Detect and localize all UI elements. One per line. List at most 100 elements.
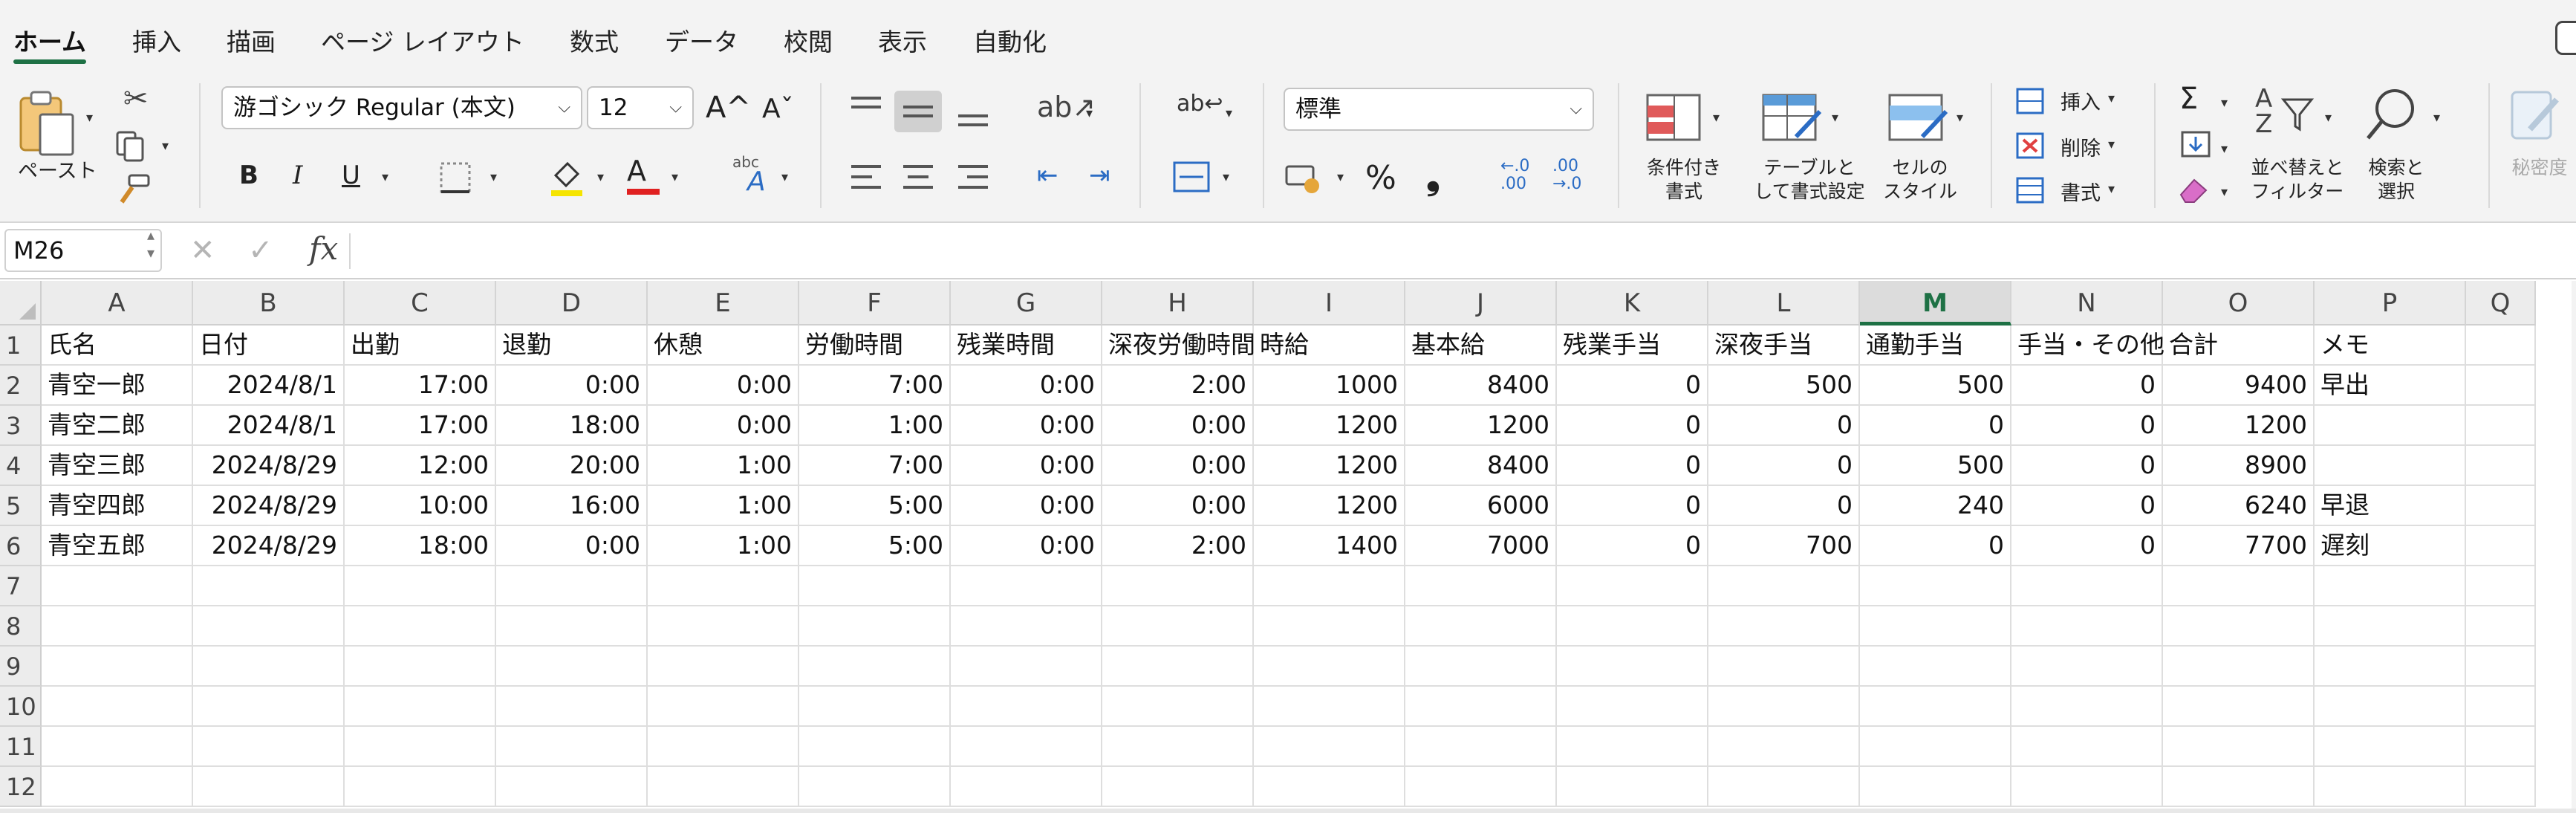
cell[interactable]	[193, 767, 345, 807]
cell[interactable]: 17:00	[345, 406, 496, 446]
cell[interactable]	[496, 727, 648, 767]
font-name-combo[interactable]: 游ゴシック Regular (本文) ⌵	[221, 86, 582, 129]
cell[interactable]	[2163, 687, 2315, 727]
cell[interactable]: 青空三郎	[42, 446, 193, 486]
cell[interactable]	[1860, 647, 2011, 687]
grow-font-button[interactable]: A^	[706, 91, 751, 125]
cell[interactable]: 7700	[2163, 526, 2315, 566]
column-header-k[interactable]: K	[1557, 281, 1708, 325]
font-color-chevron-down-icon[interactable]: ▾	[671, 169, 678, 185]
cell[interactable]	[496, 606, 648, 647]
cell[interactable]	[799, 647, 951, 687]
column-header-l[interactable]: L	[1708, 281, 1860, 325]
cell[interactable]: 8400	[1405, 446, 1557, 486]
wrap-text-icon[interactable]: ab↩	[1177, 91, 1223, 117]
header-cell[interactable]: 基本給	[1405, 325, 1557, 366]
cell[interactable]	[1708, 606, 1860, 647]
merge-center-icon[interactable]	[1172, 161, 1211, 193]
cell[interactable]: 1400	[1254, 526, 1405, 566]
cell[interactable]	[2466, 606, 2536, 647]
cell[interactable]: 0	[1708, 446, 1860, 486]
column-header-q[interactable]: Q	[2466, 281, 2536, 325]
cell[interactable]	[345, 687, 496, 727]
cell[interactable]: 0	[1860, 406, 2011, 446]
cell[interactable]	[648, 727, 799, 767]
cell[interactable]	[1708, 767, 1860, 807]
cell[interactable]: 700	[1708, 526, 1860, 566]
cell[interactable]	[1860, 687, 2011, 727]
cell[interactable]: 2024/8/1	[193, 366, 345, 406]
cell[interactable]	[1860, 606, 2011, 647]
column-header-b[interactable]: B	[193, 281, 345, 325]
cell[interactable]	[799, 566, 951, 606]
cell[interactable]: 240	[1860, 486, 2011, 526]
cell[interactable]	[345, 767, 496, 807]
tab-insert[interactable]: 挿入	[132, 22, 181, 58]
cell[interactable]: 0	[2011, 486, 2163, 526]
italic-button[interactable]: I	[293, 161, 302, 190]
cell[interactable]	[1254, 727, 1405, 767]
tab-home[interactable]: ホーム	[13, 22, 86, 58]
cell[interactable]	[1708, 647, 1860, 687]
tab-page-layout[interactable]: ページ レイアウト	[321, 22, 524, 58]
column-header-g[interactable]: G	[951, 281, 1102, 325]
cell[interactable]: 0	[1708, 406, 1860, 446]
cell[interactable]	[2315, 767, 2466, 807]
cell[interactable]	[193, 687, 345, 727]
cell[interactable]	[1557, 767, 1708, 807]
cell[interactable]: 0	[1557, 526, 1708, 566]
cell[interactable]	[648, 767, 799, 807]
cell[interactable]: 500	[1860, 446, 2011, 486]
cell[interactable]: 2:00	[1102, 526, 1254, 566]
cell[interactable]: 2024/8/29	[193, 486, 345, 526]
cell[interactable]: 0:00	[648, 406, 799, 446]
cell[interactable]: 18:00	[496, 406, 648, 446]
cell[interactable]	[2466, 727, 2536, 767]
cell[interactable]: 0	[1860, 526, 2011, 566]
header-cell[interactable]: 休憩	[648, 325, 799, 366]
row-header-11[interactable]: 11	[0, 727, 42, 767]
cell[interactable]	[1102, 566, 1254, 606]
merge-chevron-down-icon[interactable]: ▾	[1223, 169, 1229, 185]
decrease-indent-icon[interactable]: ⇤	[1037, 161, 1058, 190]
autosum-chevron-down-icon[interactable]: ▾	[2221, 95, 2228, 111]
cell[interactable]: 7000	[1405, 526, 1557, 566]
cell[interactable]: 7:00	[799, 446, 951, 486]
cell[interactable]	[2163, 767, 2315, 807]
cell[interactable]	[799, 727, 951, 767]
accounting-chevron-down-icon[interactable]: ▾	[1337, 169, 1344, 185]
paste-chevron-down-icon[interactable]: ▾	[86, 110, 93, 126]
insert-function-icon[interactable]: fx	[309, 230, 338, 267]
cell[interactable]	[2011, 606, 2163, 647]
column-header-f[interactable]: F	[799, 281, 951, 325]
cell[interactable]: 0:00	[951, 366, 1102, 406]
header-cell[interactable]: 深夜労働時間	[1102, 325, 1255, 366]
cell[interactable]: 6000	[1405, 486, 1557, 526]
cell[interactable]: 10:00	[345, 486, 496, 526]
cell[interactable]: 2024/8/29	[193, 446, 345, 486]
cell[interactable]	[799, 687, 951, 727]
clear-chevron-down-icon[interactable]: ▾	[2221, 184, 2228, 200]
cell[interactable]	[1405, 606, 1557, 647]
cell[interactable]: 7:00	[799, 366, 951, 406]
cell[interactable]: 8400	[1405, 366, 1557, 406]
header-cell[interactable]: 深夜手当	[1708, 325, 1860, 366]
cell[interactable]: 0:00	[496, 366, 648, 406]
row-header-5[interactable]: 5	[0, 486, 42, 526]
cell[interactable]	[1254, 687, 1405, 727]
cell[interactable]	[951, 687, 1102, 727]
cell[interactable]: 1200	[2163, 406, 2315, 446]
row-header-1[interactable]: 1	[0, 325, 42, 366]
cell[interactable]	[1102, 606, 1254, 647]
header-cell[interactable]: 手当・その他	[2011, 325, 2164, 366]
cell[interactable]	[193, 647, 345, 687]
cell[interactable]	[496, 767, 648, 807]
cell[interactable]	[1102, 687, 1254, 727]
tab-view[interactable]: 表示	[878, 22, 927, 58]
cell[interactable]	[42, 767, 193, 807]
column-header-e[interactable]: E	[648, 281, 799, 325]
column-header-o[interactable]: O	[2163, 281, 2315, 325]
number-format-combo[interactable]: 標準 ⌵	[1284, 88, 1594, 131]
cell[interactable]: 2:00	[1102, 366, 1254, 406]
cell[interactable]: 0:00	[1102, 406, 1254, 446]
